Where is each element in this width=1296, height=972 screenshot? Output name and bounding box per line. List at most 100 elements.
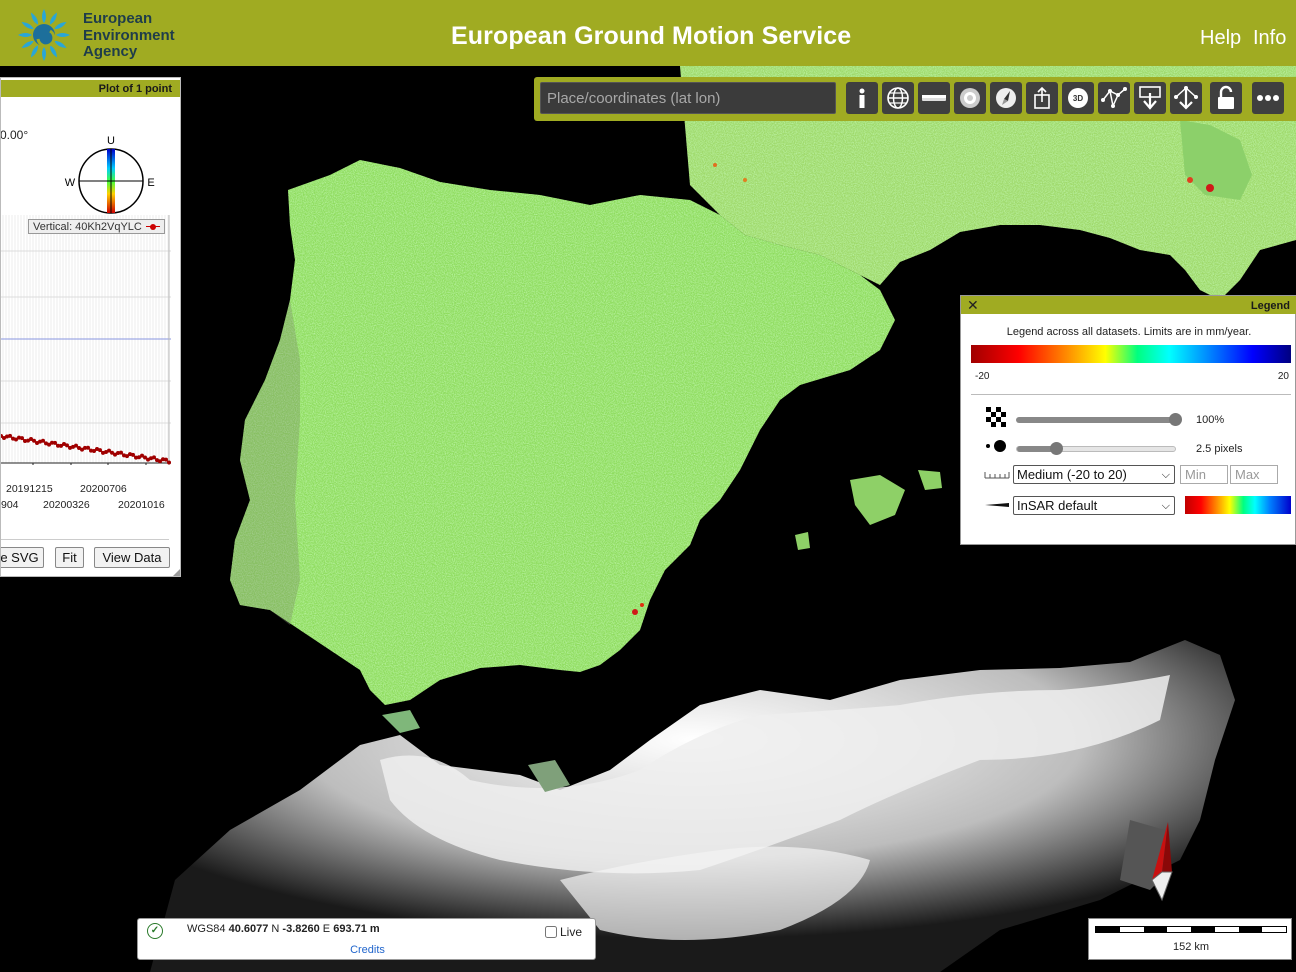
measure-icon [1101, 87, 1127, 109]
live-toggle[interactable]: Live [545, 925, 582, 939]
crs-label: WGS84 [187, 923, 226, 935]
close-icon[interactable]: ✕ [967, 297, 979, 313]
opacity-icon [986, 407, 1008, 429]
more-button[interactable] [1252, 82, 1284, 114]
opacity-slider-handle[interactable] [1169, 413, 1182, 426]
point-size-slider-handle[interactable] [1050, 442, 1063, 455]
max-input[interactable]: Max [1230, 465, 1278, 484]
map-toolbar: 3D [534, 77, 1296, 121]
info-icon [859, 88, 865, 108]
legend-separator [971, 394, 1291, 395]
3d-button[interactable]: 3D [1062, 82, 1094, 114]
lock-icon [1218, 85, 1234, 109]
legend-note: Legend across all datasets. Limits are i… [1006, 326, 1252, 338]
series-point [164, 457, 168, 462]
colormap-select-value: InSAR default [1017, 498, 1098, 513]
help-link[interactable]: Help [1200, 27, 1241, 50]
network-download-button[interactable] [1170, 82, 1202, 114]
series-point [152, 455, 156, 460]
logo-line-3: Agency [83, 43, 138, 60]
legend-max-label: 20 [1277, 371, 1289, 382]
svg-text:3D: 3D [1073, 94, 1083, 103]
ruler-icon [922, 95, 946, 101]
series-point [167, 460, 171, 465]
plot-separator [1, 539, 169, 540]
series-legend[interactable]: Vertical: 40Kh2VqYLC [28, 219, 165, 234]
series-legend-label: Vertical: 40Kh2VqYLC [33, 221, 142, 233]
resize-handle-icon[interactable] [173, 568, 181, 576]
legend-min-label: -20 [975, 371, 990, 382]
scale-bar-box: 152 km [1088, 918, 1292, 960]
legend-colorbar [971, 345, 1291, 363]
network-icon [1174, 86, 1198, 110]
compass-east-label: E [147, 177, 154, 189]
longitude-dir: E [322, 923, 331, 935]
opacity-slider[interactable] [1016, 413, 1182, 426]
scale-label: 152 km [1172, 941, 1210, 953]
share-icon [1034, 86, 1050, 109]
eea-logo-text: European Environment Agency [83, 10, 175, 61]
layers-button[interactable] [918, 82, 950, 114]
compass-icon [996, 88, 1016, 108]
legend-panel[interactable]: Legend ✕ Legend across all datasets. Lim… [960, 295, 1296, 545]
more-icon [1257, 95, 1279, 101]
eea-logo[interactable] [14, 7, 74, 63]
info-link[interactable]: Info [1253, 27, 1286, 50]
measure-button[interactable] [1098, 82, 1130, 114]
colormap-select[interactable]: InSAR default ⌵ [1013, 496, 1175, 515]
compass-west-label: W [65, 177, 76, 189]
compass-button[interactable] [990, 82, 1022, 114]
series-legend-marker [150, 224, 156, 230]
incidence-angle: 0.00° [0, 128, 29, 142]
coordinates-box: ✓ WGS84 40.6077 N -3.8260 E 693.71 m Liv… [137, 918, 596, 960]
x-tick-label: 20191215 [6, 483, 53, 495]
settings-icon [960, 88, 980, 108]
range-select[interactable]: Medium (-20 to 20) ⌵ [1013, 465, 1175, 484]
coordinates-readout: WGS84 40.6077 N -3.8260 E 693.71 m [187, 923, 380, 935]
colormap-icon [985, 503, 1009, 507]
logo-line-1: European [83, 10, 153, 27]
series-point [131, 452, 135, 457]
series-point [86, 445, 90, 450]
point-plot-panel[interactable]: Plot of 1 point 0.00° U W E Vertical: 40… [0, 77, 181, 577]
series-point [20, 436, 24, 441]
longitude-value: -3.8260 [282, 923, 320, 935]
x-tick-label: 20200326 [43, 499, 90, 511]
scale-bar [1095, 926, 1287, 933]
settings-button[interactable] [954, 82, 986, 114]
lock-button[interactable] [1210, 82, 1242, 114]
timeseries-chart[interactable] [1, 215, 173, 465]
credits-link[interactable]: Credits [138, 944, 597, 956]
chevron-down-icon: ⌵ [1161, 500, 1170, 512]
fit-button[interactable]: Fit [55, 547, 84, 568]
series-point [98, 448, 102, 453]
point-size-value: 2.5 pixels [1196, 443, 1243, 455]
range-ruler-icon [984, 472, 1010, 479]
app-header: European Environment Agency European Gro… [0, 0, 1296, 66]
point-size-slider[interactable] [1016, 442, 1176, 455]
live-checkbox[interactable] [545, 926, 557, 938]
range-select-value: Medium (-20 to 20) [1017, 467, 1127, 482]
chevron-down-icon: ⌵ [1161, 469, 1170, 481]
search-input[interactable] [540, 82, 836, 114]
opacity-value: 100% [1196, 414, 1225, 426]
series-point [119, 450, 123, 455]
min-input[interactable]: Min [1180, 465, 1228, 484]
direction-compass: U W E [65, 135, 155, 214]
latitude-value: 40.6077 [228, 923, 269, 935]
live-label: Live [560, 925, 583, 939]
3d-icon: 3D [1068, 88, 1088, 108]
legend-title: Legend [961, 296, 1296, 314]
page-title: European Ground Motion Service [451, 22, 852, 50]
globe-icon [887, 87, 909, 109]
save-svg-button[interactable]: e SVG [1, 547, 44, 568]
download-button[interactable] [1134, 82, 1166, 114]
point-size-icon [986, 440, 1006, 452]
info-button[interactable] [846, 82, 878, 114]
download-icon [1139, 86, 1161, 110]
check-icon[interactable]: ✓ [147, 923, 163, 939]
basemap-button[interactable] [882, 82, 914, 114]
x-tick-label: 20200706 [80, 483, 127, 495]
share-button[interactable] [1026, 82, 1058, 114]
view-data-button[interactable]: View Data [94, 547, 170, 568]
